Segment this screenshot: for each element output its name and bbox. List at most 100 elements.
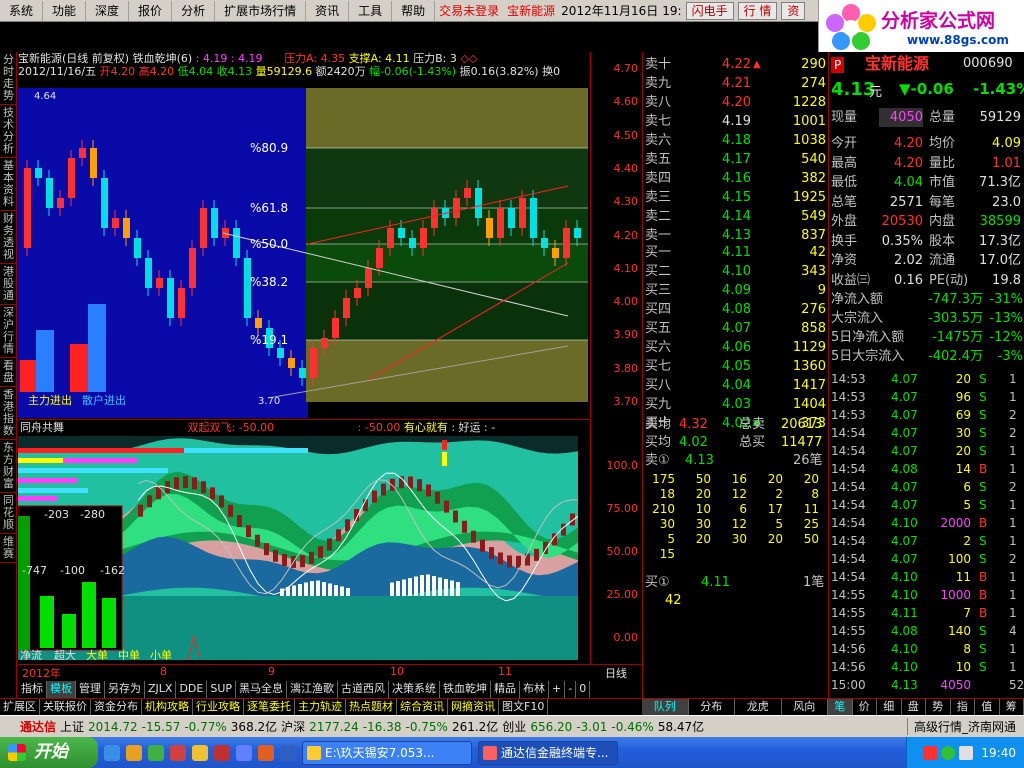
formula-tab-0[interactable]: 指标 (18, 681, 47, 698)
ext-tab-8[interactable]: 综合资讯 (397, 699, 448, 715)
ext-tab-5[interactable]: 逐笔委托 (244, 699, 295, 715)
menu-button-0[interactable]: 闪电手 (685, 1, 734, 20)
left-tab-10[interactable]: 维赛 (0, 534, 17, 563)
ext-tab-1[interactable]: 关联报价 (40, 699, 91, 715)
formula-tab-7[interactable]: 黑马全息 (236, 681, 288, 698)
formula-tab-15[interactable]: - (565, 681, 577, 698)
left-tab-7[interactable]: 香港指数 (0, 387, 17, 440)
book-row[interactable]: 卖一 4.13 837 (643, 227, 829, 245)
app-icon-4[interactable] (258, 744, 274, 761)
formula-tab-10[interactable]: 决策系统 (389, 681, 441, 698)
left-tab-3[interactable]: 财务透视 (0, 211, 17, 264)
book-row[interactable]: 卖二 4.14 549 (643, 208, 829, 226)
ctrl-arrows-icon[interactable]: ◇◇ (460, 52, 477, 65)
book-tab-3[interactable]: 风向 (782, 699, 828, 715)
menu-item-8[interactable]: 帮助 (392, 0, 436, 21)
formula-tab-6[interactable]: SUP (207, 681, 237, 698)
formula-tab-16[interactable]: 0 (576, 681, 591, 698)
app-icon-1[interactable] (170, 744, 186, 761)
book-row[interactable]: 卖三 4.15 1925 (643, 189, 829, 207)
formula-tab-14[interactable]: + (549, 681, 566, 698)
task-explorer[interactable]: E:\玖天锡安7.053... (302, 740, 472, 765)
quote-tab-7[interactable]: 筹 (1000, 699, 1024, 715)
menu-item-4[interactable]: 分析 (172, 0, 216, 21)
left-tab-8[interactable]: 东方财富 (0, 440, 17, 493)
tray-icon-1[interactable] (923, 745, 938, 760)
ext-tab-3[interactable]: 机构攻略 (142, 699, 193, 715)
book-row[interactable]: 买二 4.10 343 (643, 263, 829, 281)
formula-tab-8[interactable]: 漓江渔歌 (287, 681, 339, 698)
task-tdx[interactable]: 通达信金融终端专... (478, 740, 618, 765)
left-tab-5[interactable]: 深沪行情 (0, 305, 17, 358)
formula-tab-2[interactable]: 管理 (76, 681, 105, 698)
book-row[interactable]: 买四 4.08 276 (643, 301, 829, 319)
desktop-icon[interactable] (148, 744, 164, 761)
book-row[interactable]: 买七 4.05 1360 (643, 358, 829, 376)
formula-tab-3[interactable]: 另存为 (105, 681, 145, 698)
book-row[interactable]: 卖七 4.19 1001 (643, 113, 829, 131)
book-row[interactable]: 卖九 4.21 274 (643, 75, 829, 93)
left-tab-6[interactable]: 看盘 (0, 358, 17, 387)
ext-tab-2[interactable]: 资金分布 (91, 699, 142, 715)
book-row[interactable]: 买六 4.06 1129 (643, 339, 829, 357)
menu-item-1[interactable]: 功能 (43, 0, 87, 21)
menu-item-3[interactable]: 报价 (129, 0, 173, 21)
app-icon-5[interactable] (280, 744, 296, 761)
ext-tab-10[interactable]: 图文F10 (499, 699, 549, 715)
formula-tab-4[interactable]: ZJLX (145, 681, 177, 698)
ext-tab-0[interactable]: 扩展区 (0, 699, 40, 715)
ext-tab-7[interactable]: 热点题材 (346, 699, 397, 715)
quote-tab-6[interactable]: 值 (975, 699, 1000, 715)
quote-tab-0[interactable]: 笔 (828, 699, 853, 715)
left-tab-0[interactable]: 分时走势 (0, 52, 17, 105)
formula-tab-9[interactable]: 古道西风 (338, 681, 390, 698)
quote-tab-4[interactable]: 势 (926, 699, 951, 715)
menu-button-1[interactable]: 行 情 (737, 1, 778, 20)
quote-tab-1[interactable]: 价 (853, 699, 877, 715)
menu-button-2[interactable]: 资 (781, 1, 806, 20)
left-tab-2[interactable]: 基本资料 (0, 158, 17, 211)
book-row[interactable]: 卖八 4.20 1228 (643, 94, 829, 112)
menu-item-2[interactable]: 深度 (86, 0, 130, 21)
ext-tab-6[interactable]: 主力轨迹 (295, 699, 346, 715)
book-row[interactable]: 买五 4.07 858 (643, 320, 829, 338)
book-row[interactable]: 买一 4.11 42 (643, 244, 829, 262)
quote-tab-2[interactable]: 细 (877, 699, 902, 715)
formula-tab-12[interactable]: 精品 (491, 681, 521, 698)
left-tab-1[interactable]: 技术分析 (0, 105, 17, 158)
formula-tab-11[interactable]: 铁血乾坤 (440, 681, 492, 698)
start-button[interactable]: 开始 (0, 737, 98, 768)
book-row[interactable]: 买三 4.09 9 (643, 282, 829, 300)
app-icon-3[interactable] (236, 744, 252, 761)
server-label[interactable]: 高级行情_济南网通 (906, 718, 1016, 735)
formula-tab-1[interactable]: 模板 (47, 681, 76, 698)
tray-icon-2[interactable] (941, 745, 956, 760)
ext-tab-4[interactable]: 行业攻略 (193, 699, 244, 715)
indicator-chart[interactable]: -203 -280 -747 -100 -162 净流 超大 大单 中单 小单 (18, 436, 578, 660)
menu-item-7[interactable]: 工具 (349, 0, 393, 21)
formula-tab-5[interactable]: DDE (176, 681, 208, 698)
book-row[interactable]: 卖十 4.22 ▲ 290 (643, 56, 829, 74)
menu-item-6[interactable]: 资讯 (306, 0, 350, 21)
book-row[interactable]: 卖五 4.17 540 (643, 151, 829, 169)
book-row[interactable]: 买八 4.04 1417 (643, 377, 829, 395)
book-row[interactable]: 卖六 4.18 1038 (643, 132, 829, 150)
kline-chart[interactable]: 4.64 3.70 %80.9 %61.8 %50.0 %38.2 %19.1 主力进出… (18, 88, 590, 418)
speaker-icon[interactable] (959, 745, 974, 760)
media-icon[interactable] (126, 744, 142, 761)
menu-item-0[interactable]: 系统 (0, 0, 44, 21)
ie-icon[interactable] (104, 744, 120, 761)
book-tab-2[interactable]: 龙虎 (735, 699, 782, 715)
formula-tab-13[interactable]: 布林 (520, 681, 550, 698)
book-row[interactable]: 卖四 4.16 382 (643, 170, 829, 188)
left-tab-4[interactable]: 港股通 (0, 264, 17, 305)
folder-icon[interactable] (192, 744, 208, 761)
book-row[interactable]: 买九 4.03 1404 (643, 396, 829, 414)
clock[interactable]: 19:40 (981, 746, 1016, 760)
left-tab-9[interactable]: 同花顺 (0, 493, 17, 534)
quote-tab-3[interactable]: 盘 (902, 699, 926, 715)
quote-tab-5[interactable]: 指 (951, 699, 975, 715)
book-tab-0[interactable]: 队列 (642, 699, 689, 715)
period-label[interactable]: 日线 (590, 664, 642, 680)
book-tab-1[interactable]: 分布 (689, 699, 735, 715)
